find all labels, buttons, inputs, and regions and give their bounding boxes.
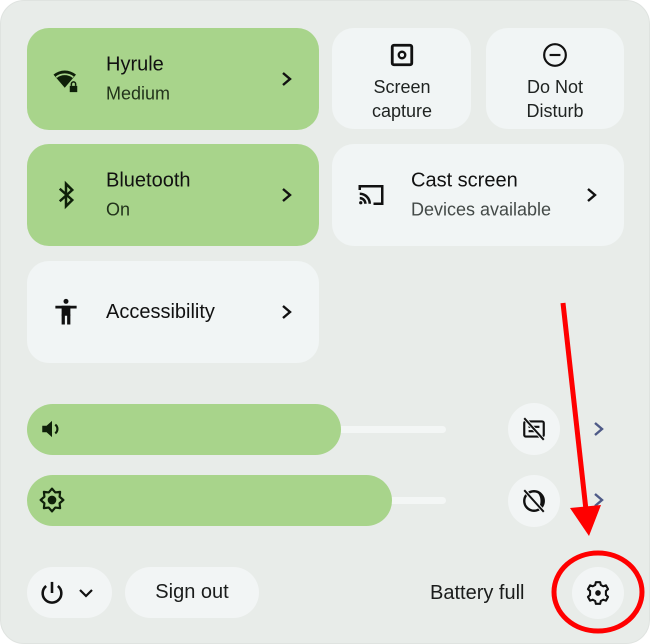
sign-out-label: Sign out (155, 581, 229, 603)
quick-settings-panel: Hyrule Medium Screen capture Do Not Dist… (0, 0, 650, 644)
accessibility-icon (55, 298, 77, 325)
volume-fill[interactable] (27, 404, 342, 455)
chevron-right-icon[interactable] (584, 185, 600, 205)
screen-capture-label: Screen capture (371, 77, 433, 121)
screen-capture-icon (390, 43, 413, 67)
screen-capture-tile[interactable]: Screen capture (332, 28, 471, 129)
bluetooth-tile[interactable]: Bluetooth On (27, 144, 319, 246)
wifi-tile[interactable]: Hyrule Medium (27, 28, 319, 130)
bluetooth-status: On (106, 199, 131, 220)
captions-off-icon (522, 416, 546, 442)
night-light-toggle[interactable] (508, 475, 560, 527)
chevron-right-icon[interactable] (279, 69, 295, 89)
wifi-signal-strength: Medium (106, 83, 171, 104)
live-caption-toggle[interactable] (508, 403, 560, 455)
chevron-down-icon (79, 589, 93, 598)
do-not-disturb-tile[interactable]: Do Not Disturb (486, 28, 624, 129)
night-light-off-icon (522, 488, 546, 514)
settings-button[interactable] (572, 567, 624, 619)
power-menu-button[interactable] (27, 567, 112, 618)
do-not-disturb-label: Do Not Disturb (526, 77, 584, 121)
wifi-network-name: Hyrule (106, 53, 164, 76)
volume-icon[interactable] (39, 416, 65, 442)
battery-status: Battery full (430, 582, 525, 604)
bluetooth-icon (58, 180, 75, 210)
power-icon (41, 581, 63, 604)
do-not-disturb-icon (543, 43, 567, 67)
audio-settings-chevron-icon[interactable] (592, 420, 606, 438)
cast-icon (358, 185, 384, 205)
chevron-right-icon[interactable] (279, 302, 295, 322)
cast-screen-tile[interactable]: Cast screen Devices available (332, 144, 624, 246)
sign-out-button[interactable]: Sign out (125, 567, 259, 618)
brightness-icon[interactable] (39, 487, 65, 513)
settings-gear-icon (586, 581, 610, 605)
chevron-right-icon[interactable] (279, 185, 295, 205)
cast-screen-status: Devices available (411, 199, 552, 220)
volume-slider[interactable] (27, 404, 446, 455)
cast-screen-title: Cast screen (411, 169, 518, 192)
bluetooth-title: Bluetooth (106, 169, 191, 192)
brightness-fill[interactable] (27, 475, 392, 526)
accessibility-tile[interactable]: Accessibility (27, 261, 319, 363)
wifi-lock-icon (53, 70, 78, 93)
brightness-slider[interactable] (27, 475, 446, 526)
display-settings-chevron-icon[interactable] (592, 491, 606, 509)
accessibility-title: Accessibility (106, 301, 215, 323)
